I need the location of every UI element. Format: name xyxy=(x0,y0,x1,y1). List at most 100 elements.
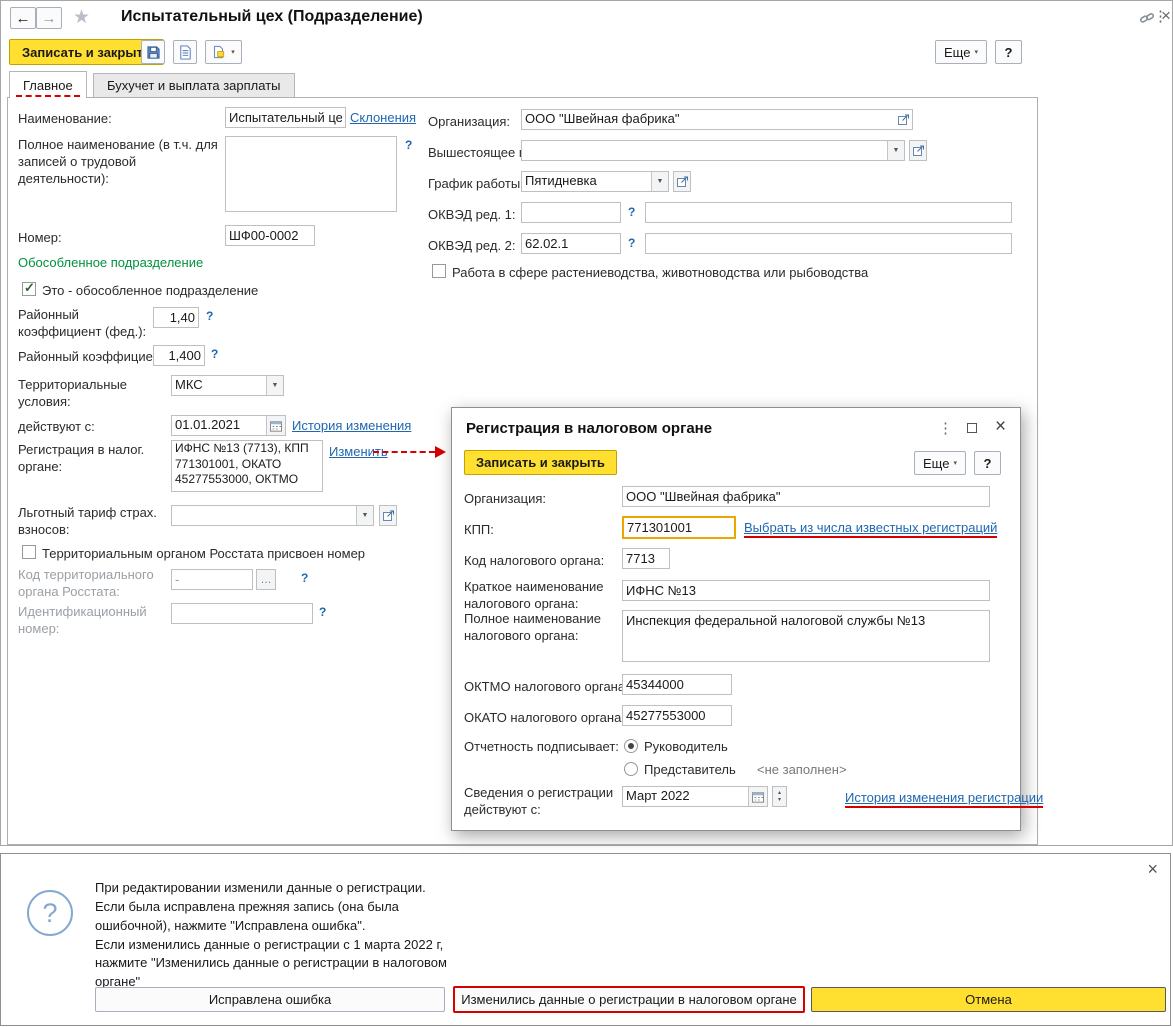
preferential-combo[interactable]: ▼ xyxy=(171,505,374,526)
signer-representative-label[interactable]: Представитель xyxy=(644,761,736,778)
rosstat-checkbox-label[interactable]: Территориальным органом Росстата присвое… xyxy=(42,545,365,562)
agriculture-checkbox[interactable] xyxy=(432,264,446,278)
rosstat-code-help[interactable]: ? xyxy=(301,571,308,585)
preferential-dropdown-icon[interactable]: ▼ xyxy=(356,506,373,525)
dialog-organization-label: Организация: xyxy=(464,491,547,506)
parent-dept-combo[interactable]: ▼ xyxy=(521,140,905,161)
history-link[interactable]: История изменения xyxy=(292,418,411,433)
kpp-input[interactable] xyxy=(622,516,736,539)
parent-dept-open-button[interactable] xyxy=(909,140,927,161)
signer-director-label[interactable]: Руководитель xyxy=(644,738,728,755)
dialog-help-button[interactable]: ? xyxy=(974,451,1001,475)
document-icon xyxy=(179,44,191,60)
save-icon-button[interactable] xyxy=(141,40,165,64)
okved2-label: ОКВЭД ред. 2: xyxy=(428,238,516,253)
rosstat-checkbox[interactable] xyxy=(22,545,36,559)
coef-input[interactable] xyxy=(153,345,205,366)
separate-checkbox-label[interactable]: Это - обособленное подразделение xyxy=(42,282,258,299)
document-icon-button[interactable] xyxy=(173,40,197,64)
preferential-open-button[interactable] xyxy=(379,505,397,526)
number-input[interactable] xyxy=(225,225,315,246)
schedule-dropdown-icon[interactable]: ▼ xyxy=(651,172,668,191)
calendar-icon[interactable] xyxy=(266,416,285,435)
cancel-button[interactable]: Отмена xyxy=(811,987,1166,1012)
dialog-more-button[interactable]: Еще ▾ xyxy=(914,451,966,475)
registration-history-link[interactable]: История изменения регистрации xyxy=(845,790,1044,808)
schedule-value: Пятидневка xyxy=(525,173,597,188)
back-button[interactable]: ← xyxy=(10,7,36,29)
dialog-organization-input[interactable] xyxy=(622,486,990,507)
organization-open-icon[interactable] xyxy=(894,110,912,129)
tab-accounting[interactable]: Бухучет и выплата зарплаты xyxy=(93,73,295,98)
tab-main[interactable]: Главное xyxy=(9,71,87,98)
coef-help[interactable]: ? xyxy=(211,347,218,361)
more-button-label: Еще xyxy=(944,44,971,60)
parent-dept-dropdown-icon[interactable]: ▼ xyxy=(887,141,904,160)
select-known-registrations-link[interactable]: Выбрать из числа известных регистраций xyxy=(744,520,998,538)
valid-from-date-field[interactable]: 01.01.2021 xyxy=(171,415,286,436)
notification-text: При редактировании изменили данные о рег… xyxy=(95,880,447,990)
rosstat-code-input[interactable] xyxy=(171,569,253,590)
organization-label: Организация: xyxy=(428,114,511,129)
coef-fed-help[interactable]: ? xyxy=(206,309,213,323)
id-number-help[interactable]: ? xyxy=(319,605,326,619)
dialog-more-menu-icon[interactable]: ⋮ xyxy=(938,419,953,437)
favorite-star-icon[interactable]: ★ xyxy=(73,6,90,29)
short-name-input[interactable] xyxy=(622,580,990,601)
okved1-label: ОКВЭД ред. 1: xyxy=(428,207,516,222)
dropdown-caret-icon: ▾ xyxy=(953,460,957,467)
id-number-input[interactable] xyxy=(171,603,313,624)
reg-from-date-field[interactable]: Март 2022 xyxy=(622,786,768,807)
signer-representative-radio[interactable] xyxy=(624,762,638,776)
full-name-textarea[interactable] xyxy=(225,136,397,212)
schedule-combo[interactable]: Пятидневка ▼ xyxy=(521,171,669,192)
okved1-help[interactable]: ? xyxy=(628,205,635,219)
separate-checkbox[interactable] xyxy=(22,280,36,296)
tax-reg-label: Регистрация в налог. органе: xyxy=(18,442,145,475)
dialog-save-and-close-button[interactable]: Записать и закрыть xyxy=(464,450,617,475)
tax-code-input[interactable] xyxy=(622,548,670,569)
rosstat-code-picker-button[interactable]: … xyxy=(256,569,276,590)
oktmo-input[interactable] xyxy=(622,674,732,695)
reg-from-calendar-icon[interactable] xyxy=(748,787,767,806)
declension-link[interactable]: Склонения xyxy=(350,110,416,125)
reg-from-spinner[interactable]: ▴ ▾ xyxy=(772,786,787,807)
screen: { "colors": { "accent_yellow": "#ffe030"… xyxy=(0,0,1173,1027)
data-changed-button[interactable]: Изменились данные о регистрации в налого… xyxy=(453,986,805,1013)
tab-accounting-label: Бухучет и выплата зарплаты xyxy=(107,78,281,93)
dropdown-caret-icon: ▾ xyxy=(974,49,978,56)
agriculture-checkbox-label[interactable]: Работа в сфере растениеводства, животнов… xyxy=(452,264,868,281)
tax-code-label: Код налогового органа: xyxy=(464,553,605,568)
annotation-arrow-line xyxy=(373,451,435,453)
dialog-more-label: Еще xyxy=(923,455,950,471)
dialog-maximize-icon[interactable] xyxy=(967,423,977,433)
okved2-name-input[interactable] xyxy=(645,233,1012,254)
signer-director-radio[interactable] xyxy=(624,739,638,753)
coef-label: Районный коэффициент: xyxy=(18,349,170,364)
organization-field[interactable]: ООО "Швейная фабрика" xyxy=(521,109,913,130)
dialog-close-icon[interactable]: × xyxy=(995,416,1006,438)
okved2-help[interactable]: ? xyxy=(628,236,635,250)
territory-dropdown-icon[interactable]: ▼ xyxy=(266,376,283,395)
schedule-open-button[interactable] xyxy=(673,171,691,192)
fixed-error-button[interactable]: Исправлена ошибка xyxy=(95,987,445,1012)
create-based-on-button[interactable]: ▾ xyxy=(205,40,242,64)
okved2-code-input[interactable] xyxy=(521,233,621,254)
okato-label: ОКАТО налогового органа: xyxy=(464,710,625,725)
dialog-full-name-textarea[interactable]: Инспекция федеральной налоговой службы №… xyxy=(622,610,990,662)
forward-button[interactable]: → xyxy=(36,7,62,29)
close-icon[interactable]: × xyxy=(1161,6,1171,26)
full-name-help[interactable]: ? xyxy=(405,138,412,152)
notification-close-icon[interactable]: × xyxy=(1147,859,1158,880)
okved1-code-input[interactable] xyxy=(521,202,621,223)
okato-input[interactable] xyxy=(622,705,732,726)
more-button[interactable]: Еще ▾ xyxy=(935,40,987,64)
territory-combo[interactable]: МКС ▼ xyxy=(171,375,284,396)
create-based-on-icon xyxy=(214,45,225,59)
department-window: ← → ★ Испытательный цех (Подразделение) … xyxy=(0,0,1173,846)
name-input[interactable] xyxy=(225,107,346,128)
okved1-name-input[interactable] xyxy=(645,202,1012,223)
coef-fed-input[interactable] xyxy=(153,307,199,328)
oktmo-label: ОКТМО налогового органа: xyxy=(464,679,629,694)
help-button[interactable]: ? xyxy=(995,40,1022,64)
